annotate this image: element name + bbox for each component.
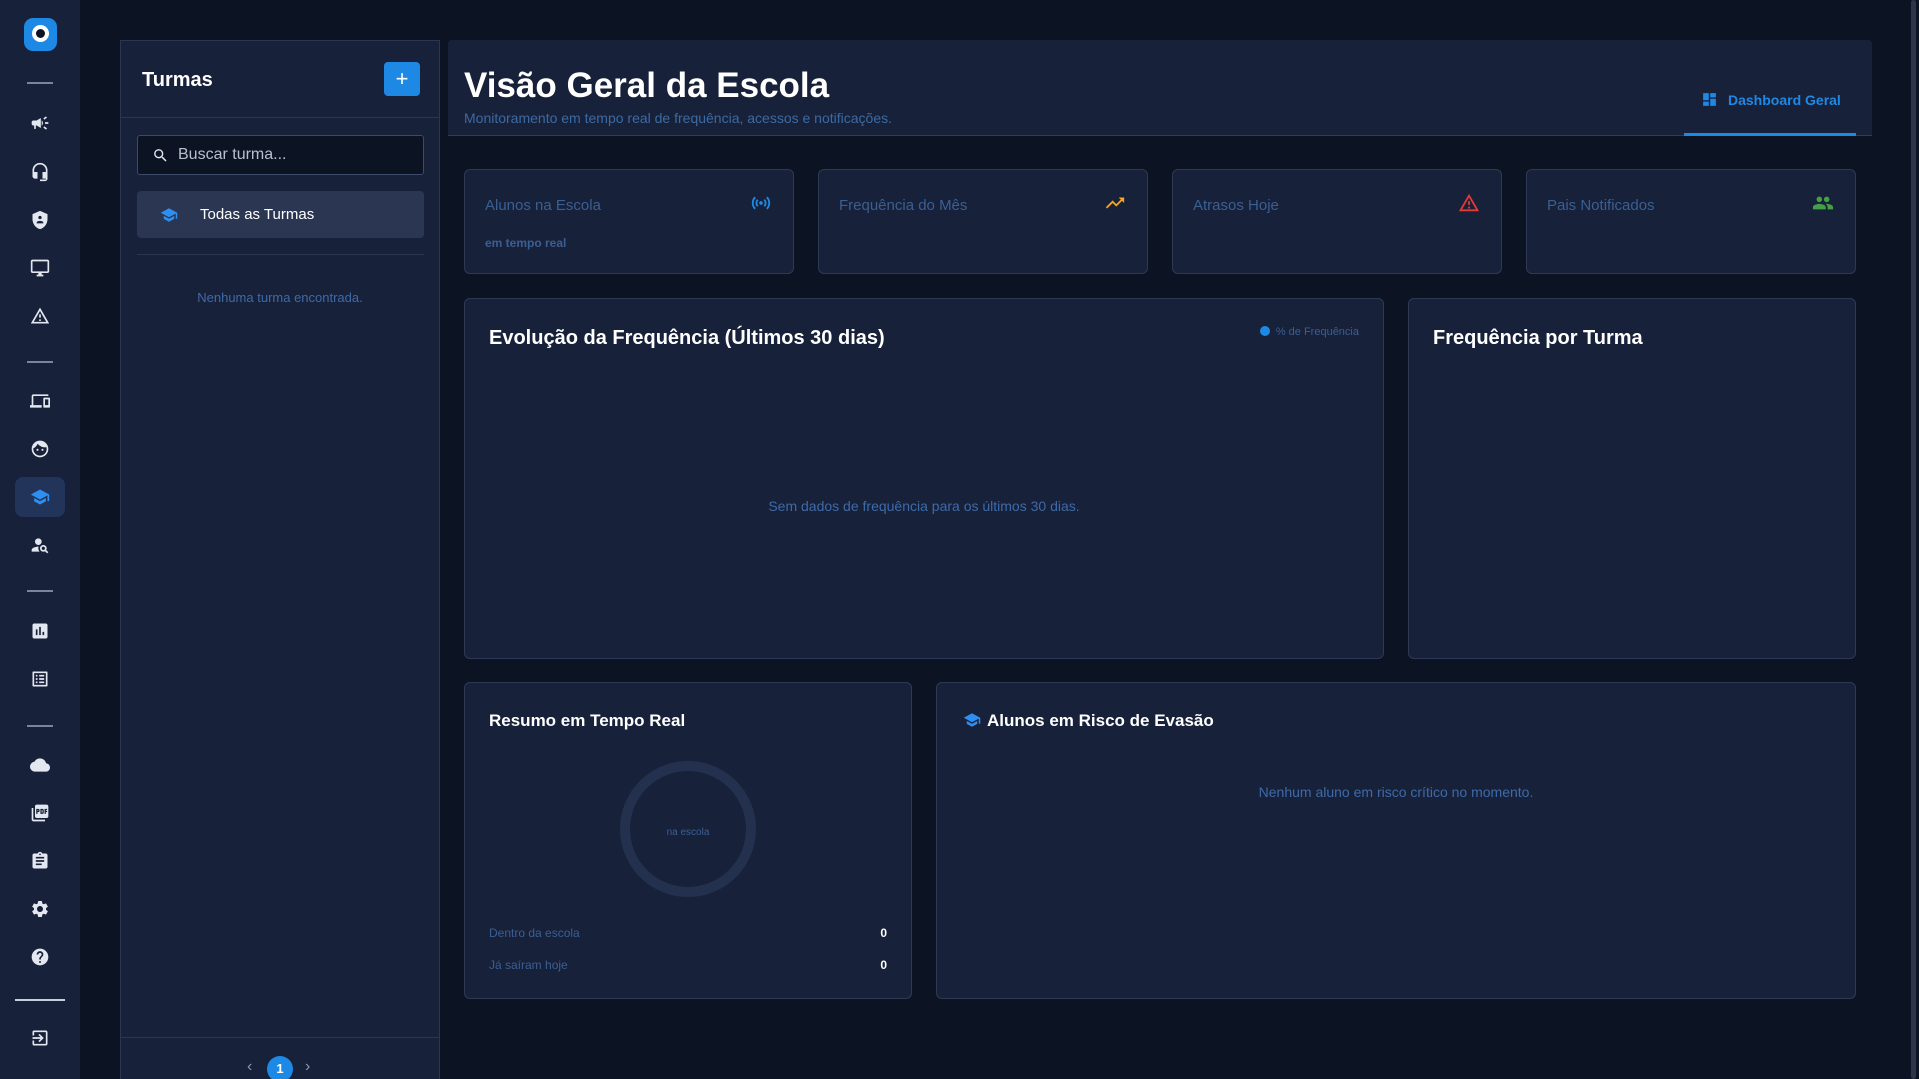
app-rail (0, 0, 80, 1079)
headset-icon[interactable] (15, 152, 65, 192)
rail-divider (27, 82, 53, 84)
rail-divider (27, 725, 53, 727)
panel-divider (137, 254, 424, 255)
page-header: Visão Geral da Escola Monitoramento em t… (448, 40, 1872, 136)
stat-card-attendance: Frequência do Mês (818, 169, 1148, 274)
warning-icon (1458, 193, 1480, 212)
pdf-icon[interactable] (15, 793, 65, 833)
rail-divider (27, 361, 53, 363)
stat-card-parents: Pais Notificados (1526, 169, 1856, 274)
app-logo[interactable] (24, 18, 57, 51)
trending-up-icon (1105, 197, 1125, 209)
class-attendance-card: Frequência por Turma (1408, 298, 1856, 659)
stat-card-students: Alunos na Escola em tempo real (464, 169, 794, 274)
card-title: Alunos em Risco de Evasão (963, 711, 1214, 731)
class-item-label: Todas as Turmas (200, 206, 315, 223)
presence-donut: na escola (620, 761, 756, 897)
devices-icon[interactable] (15, 381, 65, 421)
stat-sublabel: em tempo real (485, 236, 567, 250)
groups-icon (1812, 196, 1834, 210)
page-1-button[interactable]: 1 (267, 1056, 293, 1079)
dashboard-icon (1703, 93, 1716, 106)
search-box (137, 135, 424, 175)
realtime-summary-card: Resumo em Tempo Real na escola Dentro da… (464, 682, 912, 999)
rail-divider (15, 999, 65, 1001)
summary-row-value: 0 (880, 958, 887, 972)
add-class-button[interactable]: + (384, 62, 420, 96)
page-subtitle: Monitoramento em tempo real de frequênci… (464, 110, 893, 126)
broadcast-icon (751, 196, 771, 210)
cloud-icon[interactable] (15, 745, 65, 785)
summary-row-value: 0 (880, 926, 887, 940)
attendance-evolution-card: Evolução da Frequência (Últimos 30 dias)… (464, 298, 1384, 659)
page-scrollbar[interactable] (1903, 0, 1919, 1079)
next-page-button[interactable]: › (305, 1058, 310, 1076)
donut-label: na escola (666, 827, 710, 838)
risk-card: Alunos em Risco de Evasão Nenhum aluno e… (936, 682, 1856, 999)
warning-icon[interactable] (15, 296, 65, 336)
stat-label: Frequência do Mês (839, 197, 968, 214)
monitor-icon[interactable] (15, 248, 65, 288)
panel-divider (121, 117, 439, 118)
rail-divider (27, 590, 53, 592)
legend-dot (1259, 326, 1270, 336)
search-icon (154, 149, 167, 162)
chart-title: Evolução da Frequência (Últimos 30 dias) (489, 327, 885, 349)
legend-label: % de Frequência (1275, 326, 1359, 338)
risk-empty-text: Nenhum aluno em risco crítico no momento… (1258, 784, 1534, 800)
chart-title: Frequência por Turma (1433, 327, 1643, 349)
search-input[interactable] (178, 136, 418, 174)
school-icon[interactable] (15, 477, 65, 517)
help-icon[interactable] (15, 937, 65, 977)
school-icon (963, 713, 981, 727)
chart-empty-text: Sem dados de frequência para os últimos … (768, 498, 1080, 514)
gear-icon[interactable] (15, 889, 65, 929)
class-item-all[interactable]: Todas as Turmas (137, 191, 424, 238)
tab-label: Dashboard Geral (1728, 92, 1841, 108)
empty-classes-text: Nenhuma turma encontrada. (197, 290, 363, 305)
list-alt-icon[interactable] (15, 659, 65, 699)
megaphone-icon[interactable] (15, 103, 65, 143)
panel-title: Turmas (142, 69, 213, 91)
stat-card-delays: Atrasos Hoje (1172, 169, 1502, 274)
scrollbar-thumb[interactable] (1911, 0, 1916, 1079)
stat-label: Pais Notificados (1547, 197, 1655, 214)
shield-icon[interactable] (15, 200, 65, 240)
summary-row-label: Já saíram hoje (489, 958, 568, 972)
face-icon[interactable] (15, 429, 65, 469)
dashboard-content: Alunos na Escola em tempo real Frequênci… (448, 137, 1872, 1079)
bar-chart-icon[interactable] (15, 611, 65, 651)
clipboard-icon[interactable] (15, 841, 65, 881)
tab-dashboard-geral[interactable]: Dashboard Geral (1684, 40, 1856, 136)
logout-icon[interactable] (15, 1018, 65, 1058)
page-title: Visão Geral da Escola (464, 66, 830, 105)
classes-panel: Turmas + Todas as Turmas Nenhuma turma e… (120, 40, 440, 1079)
person-search-icon[interactable] (15, 525, 65, 565)
pagination: ‹ 1 › (121, 1056, 439, 1079)
panel-divider (121, 1037, 439, 1038)
card-title: Resumo em Tempo Real (489, 711, 686, 730)
chart-legend: % de Frequência (1259, 326, 1359, 338)
summary-row-label: Dentro da escola (489, 926, 580, 940)
school-icon (160, 208, 178, 222)
prev-page-button[interactable]: ‹ (247, 1058, 252, 1076)
stat-label: Alunos na Escola (485, 197, 601, 214)
stat-label: Atrasos Hoje (1193, 197, 1279, 214)
risk-title-text: Alunos em Risco de Evasão (987, 711, 1214, 730)
